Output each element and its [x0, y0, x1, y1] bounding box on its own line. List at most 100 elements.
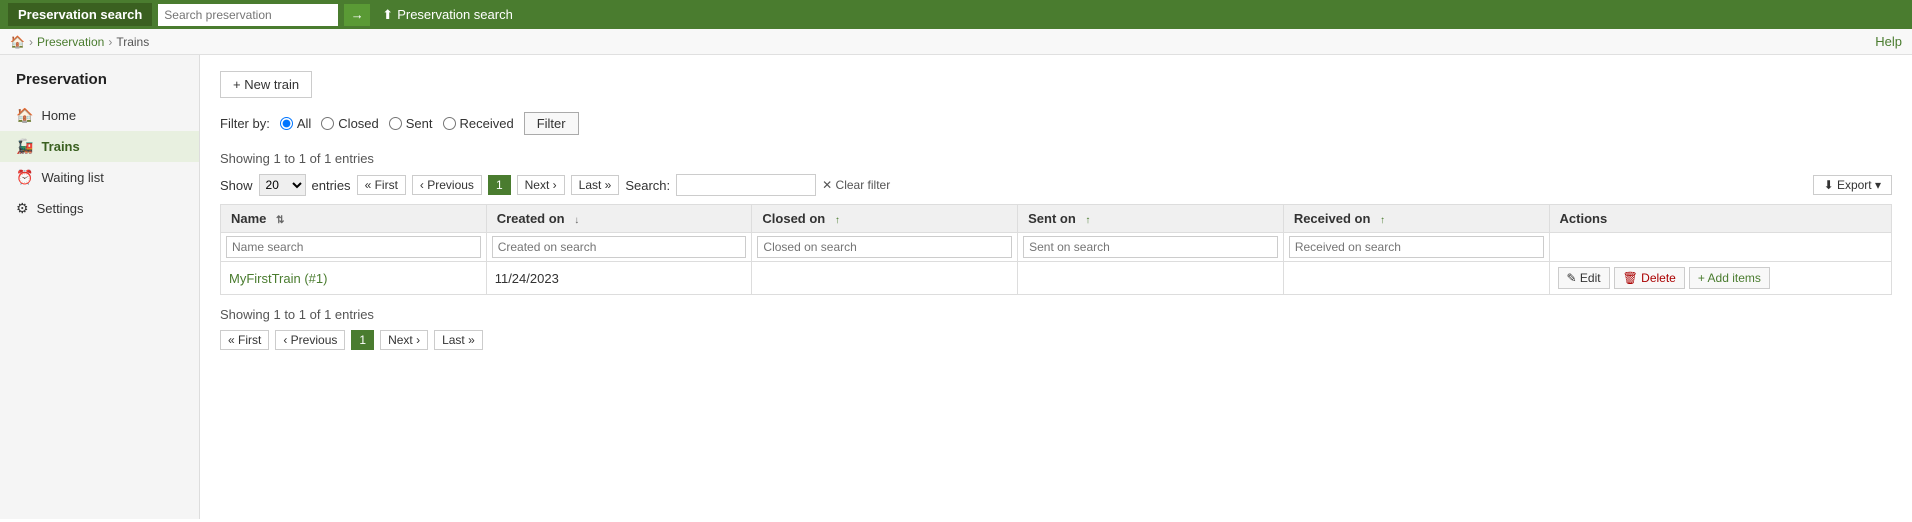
- search-button[interactable]: →: [344, 4, 370, 26]
- delete-button[interactable]: 🗑 Delete: [1614, 267, 1685, 289]
- sent-on-sort-icons: ↑: [1085, 215, 1090, 226]
- bottom-next-page-button[interactable]: Next ›: [380, 330, 428, 350]
- add-items-button[interactable]: + Add items: [1689, 267, 1770, 289]
- train-link[interactable]: MyFirstTrain (#1): [229, 271, 327, 286]
- pagination-right: ⬇ Export ▾: [1813, 175, 1892, 195]
- next-page-button[interactable]: Next ›: [517, 175, 565, 195]
- received-on-search-cell: [1283, 233, 1549, 262]
- col-received-on[interactable]: Received on ↑: [1283, 205, 1549, 233]
- filter-sent-label[interactable]: Sent: [389, 116, 433, 131]
- edit-button[interactable]: ✎ Edit: [1558, 267, 1610, 289]
- received-on-cell: [1283, 262, 1549, 295]
- actions-cell: ✎ Edit 🗑 Delete + Add items: [1549, 262, 1891, 295]
- last-page-button[interactable]: Last »: [571, 175, 620, 195]
- showing-text: Showing 1 to 1 of 1 entries: [220, 151, 1892, 166]
- sidebar-item-settings[interactable]: ⚙ Settings: [0, 193, 199, 224]
- clear-filter-button[interactable]: ✕ Clear filter: [822, 178, 890, 192]
- home-icon: 🏠: [16, 107, 33, 124]
- created-on-cell: 11/24/2023: [486, 262, 752, 295]
- entries-label: entries: [312, 178, 351, 193]
- actions-search-cell: [1549, 233, 1891, 262]
- waiting-list-icon: ⏰: [16, 169, 33, 186]
- filter-sent-radio[interactable]: [389, 117, 402, 130]
- received-on-sort-icons: ↑: [1380, 215, 1385, 226]
- breadcrumb: 🏠 › Preservation › Trains Help: [0, 29, 1912, 55]
- sidebar-title: Preservation: [0, 71, 199, 100]
- trains-icon: 🚂: [16, 138, 33, 155]
- filter-bar: Filter by: All Closed Sent Received Filt…: [220, 112, 1892, 135]
- preservation-search-label: Preservation search: [397, 7, 513, 22]
- sent-on-cell: [1018, 262, 1284, 295]
- received-on-search-input[interactable]: [1289, 236, 1544, 258]
- new-train-button[interactable]: + New train: [220, 71, 312, 98]
- filter-all-label[interactable]: All: [280, 116, 311, 131]
- bottom-current-page-button[interactable]: 1: [351, 330, 374, 350]
- preservation-breadcrumb-label: Preservation: [37, 35, 104, 49]
- filter-all-radio[interactable]: [280, 117, 293, 130]
- search-input[interactable]: [158, 4, 338, 26]
- show-entries-select[interactable]: 20 50 100: [259, 174, 306, 196]
- filter-button[interactable]: Filter: [524, 112, 579, 135]
- search-label: Search:: [625, 178, 670, 193]
- help-link[interactable]: Help: [1875, 34, 1902, 49]
- sidebar-item-home[interactable]: 🏠 Home: [0, 100, 199, 131]
- created-on-sort-icons: ↓: [574, 215, 579, 226]
- table-search-row: [221, 233, 1892, 262]
- breadcrumb-sep1: ›: [29, 35, 33, 49]
- col-name[interactable]: Name ⇅: [221, 205, 487, 233]
- col-actions: Actions: [1549, 205, 1891, 233]
- prev-page-button[interactable]: ‹ Previous: [412, 175, 482, 195]
- closed-on-search-cell: [752, 233, 1018, 262]
- bottom-prev-page-button[interactable]: ‹ Previous: [275, 330, 345, 350]
- filter-closed-radio[interactable]: [321, 117, 334, 130]
- col-closed-on[interactable]: Closed on ↑: [752, 205, 1018, 233]
- filter-closed-label[interactable]: Closed: [321, 116, 378, 131]
- bottom-showing-text: Showing 1 to 1 of 1 entries: [220, 307, 1882, 322]
- main-content: + New train Filter by: All Closed Sent R…: [200, 55, 1912, 519]
- name-cell: MyFirstTrain (#1): [221, 262, 487, 295]
- created-on-search-input[interactable]: [492, 236, 747, 258]
- home-breadcrumb-icon: 🏠: [10, 35, 25, 49]
- filter-by-label: Filter by:: [220, 116, 270, 131]
- sidebar-item-trains[interactable]: 🚂 Trains: [0, 131, 199, 162]
- action-buttons: ✎ Edit 🗑 Delete + Add items: [1558, 267, 1883, 289]
- data-table: Name ⇅ Created on ↓ Closed on ↑ Sent on …: [220, 204, 1892, 295]
- created-on-search-cell: [486, 233, 752, 262]
- closed-on-search-input[interactable]: [757, 236, 1012, 258]
- name-search-input[interactable]: [226, 236, 481, 258]
- sent-on-search-input[interactable]: [1023, 236, 1278, 258]
- table-row: MyFirstTrain (#1) 11/24/2023 ✎ Edit 🗑 De…: [221, 262, 1892, 295]
- current-breadcrumb: Trains: [116, 35, 149, 49]
- sidebar-item-trains-label: Trains: [41, 139, 79, 154]
- preservation-breadcrumb-link[interactable]: Preservation: [37, 35, 104, 49]
- table-header-row: Name ⇅ Created on ↓ Closed on ↑ Sent on …: [221, 205, 1892, 233]
- first-page-button[interactable]: « First: [357, 175, 406, 195]
- current-page-button[interactable]: 1: [488, 175, 511, 195]
- upload-icon: ⬆: [382, 7, 393, 23]
- bottom-last-page-button[interactable]: Last »: [434, 330, 483, 350]
- page-layout: Preservation 🏠 Home 🚂 Trains ⏰ Waiting l…: [0, 55, 1912, 519]
- sidebar-item-waiting-list-label: Waiting list: [41, 170, 103, 185]
- sidebar: Preservation 🏠 Home 🚂 Trains ⏰ Waiting l…: [0, 55, 200, 519]
- sidebar-item-home-label: Home: [41, 108, 76, 123]
- bottom-first-page-button[interactable]: « First: [220, 330, 269, 350]
- col-created-on[interactable]: Created on ↓: [486, 205, 752, 233]
- sidebar-item-waiting-list[interactable]: ⏰ Waiting list: [0, 162, 199, 193]
- col-sent-on[interactable]: Sent on ↑: [1018, 205, 1284, 233]
- breadcrumb-left: 🏠 › Preservation › Trains: [10, 35, 149, 49]
- pagination-left: Show 20 50 100 entries « First ‹ Previou…: [220, 174, 890, 196]
- name-search-cell: [221, 233, 487, 262]
- topbar: Preservation search → ⬆ Preservation sea…: [0, 0, 1912, 29]
- pagination-top: Show 20 50 100 entries « First ‹ Previou…: [220, 174, 1892, 196]
- preservation-search-link[interactable]: ⬆ Preservation search: [382, 7, 513, 23]
- search-filter-input[interactable]: [676, 174, 816, 196]
- closed-on-sort-icons: ↑: [835, 215, 840, 226]
- filter-received-radio[interactable]: [443, 117, 456, 130]
- pagination-bottom: « First ‹ Previous 1 Next › Last »: [220, 330, 1892, 350]
- settings-icon: ⚙: [16, 200, 29, 217]
- brand-label[interactable]: Preservation search: [8, 3, 152, 26]
- breadcrumb-sep2: ›: [108, 35, 112, 49]
- filter-received-label[interactable]: Received: [443, 116, 514, 131]
- home-breadcrumb-link[interactable]: 🏠: [10, 35, 25, 49]
- export-button[interactable]: ⬇ Export ▾: [1813, 175, 1892, 195]
